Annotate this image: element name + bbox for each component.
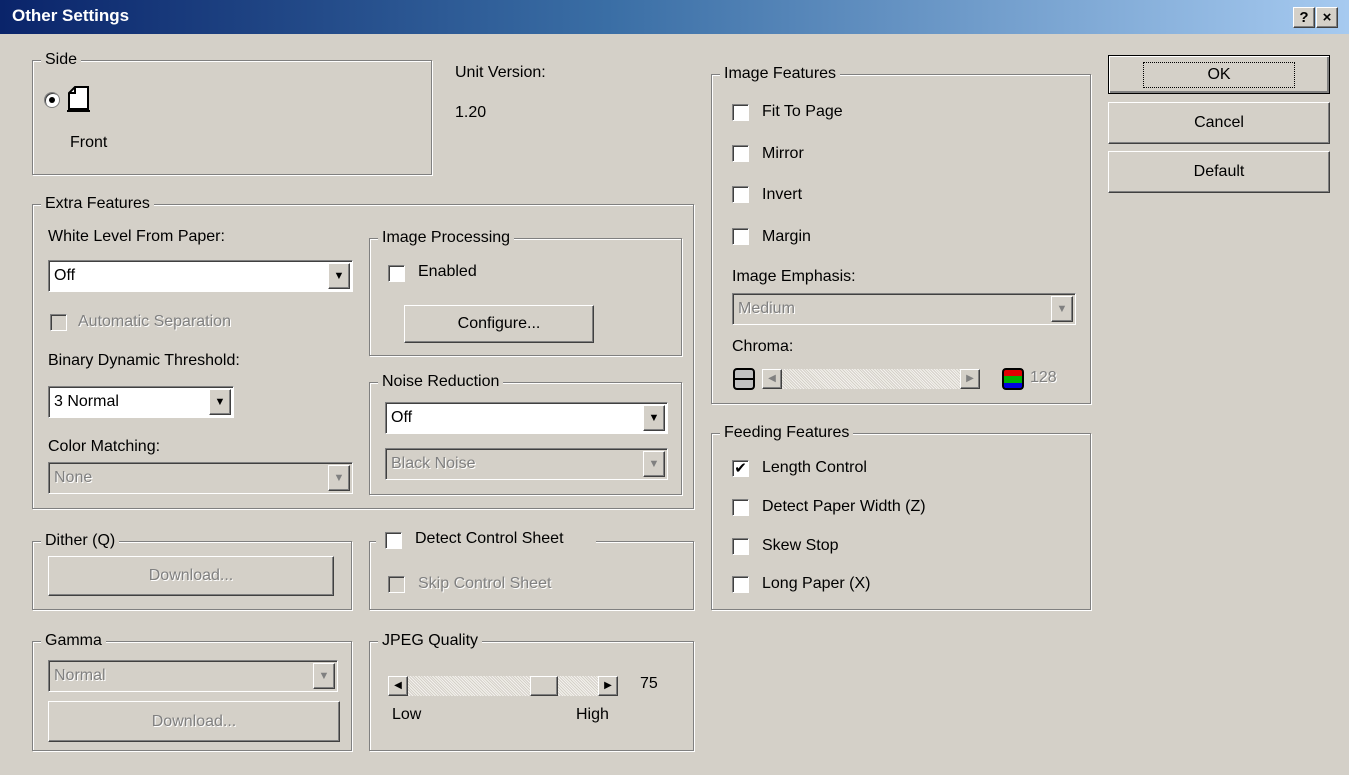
long-paper-checkbox[interactable] (732, 576, 749, 593)
chroma-decrease-button[interactable]: ◀ (762, 369, 782, 389)
side-front-label: Front (70, 134, 108, 151)
skip-control-sheet-checkbox[interactable] (388, 576, 405, 593)
gamma-select[interactable]: Normal ▼ (48, 660, 338, 692)
chevron-down-icon[interactable]: ▼ (209, 389, 231, 415)
chroma-label: Chroma: (732, 338, 794, 355)
length-control-label: Length Control (762, 459, 867, 476)
image-emphasis-label: Image Emphasis: (732, 268, 856, 285)
noise-reduction-mode-select[interactable]: Off ▼ (385, 402, 668, 434)
chroma-color-icon (1002, 368, 1024, 390)
side-legend: Side (41, 50, 82, 70)
jpeg-increase-button[interactable]: ▶ (598, 676, 618, 696)
image-emphasis-value: Medium (738, 300, 795, 317)
radio-dot-icon (49, 97, 55, 103)
noise-reduction-type-value: Black Noise (391, 455, 476, 472)
chroma-gray-icon (733, 368, 755, 390)
jpeg-quality-track[interactable] (408, 676, 598, 696)
gamma-download-button[interactable]: Download... (48, 701, 340, 742)
chroma-track[interactable] (782, 369, 960, 389)
cancel-button[interactable]: Cancel (1108, 102, 1330, 144)
noise-reduction-legend: Noise Reduction (378, 372, 504, 392)
chevron-down-icon[interactable]: ▼ (328, 465, 350, 491)
automatic-separation-checkbox[interactable] (50, 314, 67, 331)
jpeg-high-label: High (576, 706, 609, 723)
chevron-down-icon[interactable]: ▼ (1051, 296, 1073, 322)
side-front-radio[interactable] (44, 92, 60, 108)
chevron-down-icon[interactable]: ▼ (643, 405, 665, 431)
image-emphasis-select[interactable]: Medium ▼ (732, 293, 1076, 325)
dither-legend: Dither (Q) (41, 531, 120, 551)
margin-label: Margin (762, 228, 811, 245)
jpeg-low-label: Low (392, 706, 422, 723)
mirror-checkbox[interactable] (732, 145, 749, 162)
skip-control-sheet-label: Skip Control Sheet (418, 575, 552, 592)
white-level-label: White Level From Paper: (48, 228, 225, 245)
invert-label: Invert (762, 186, 803, 203)
configure-button[interactable]: Configure... (404, 305, 594, 343)
noise-reduction-type-select[interactable]: Black Noise ▼ (385, 448, 668, 480)
mirror-label: Mirror (762, 145, 804, 162)
ok-button[interactable]: OK (1108, 55, 1330, 94)
jpeg-decrease-button[interactable]: ◀ (388, 676, 408, 696)
help-button[interactable]: ? (1293, 7, 1315, 28)
jpeg-quality-legend: JPEG Quality (378, 631, 483, 651)
close-button[interactable]: × (1316, 7, 1338, 28)
color-matching-label: Color Matching: (48, 438, 161, 455)
extra-features-legend: Extra Features (41, 194, 154, 214)
side-group: Side (32, 50, 432, 175)
color-matching-select[interactable]: None ▼ (48, 462, 353, 494)
image-processing-legend: Image Processing (378, 228, 515, 248)
margin-checkbox[interactable] (732, 228, 749, 245)
chevron-down-icon[interactable]: ▼ (313, 663, 335, 689)
chevron-down-icon[interactable]: ▼ (643, 451, 665, 477)
image-processing-enabled-label: Enabled (418, 263, 477, 280)
detect-control-sheet-checkbox[interactable] (385, 532, 402, 549)
window-title: Other Settings (12, 6, 130, 25)
page-front-icon (66, 84, 92, 112)
other-settings-dialog: Other Settings ? × Side Front Unit Versi… (0, 0, 1349, 775)
white-level-value: Off (54, 267, 76, 284)
detect-paper-width-checkbox[interactable] (732, 499, 749, 516)
default-button[interactable]: Default (1108, 151, 1330, 193)
jpeg-quality-value: 75 (640, 675, 658, 692)
automatic-separation-label: Automatic Separation (78, 313, 231, 330)
unit-version-label: Unit Version: (455, 64, 546, 81)
image-processing-enabled-checkbox[interactable] (388, 265, 405, 282)
detect-paper-width-label: Detect Paper Width (Z) (762, 498, 926, 515)
binary-threshold-select[interactable]: 3 Normal ▼ (48, 386, 234, 418)
feeding-features-legend: Feeding Features (720, 423, 854, 443)
chevron-down-icon[interactable]: ▼ (328, 263, 350, 289)
chroma-value: 128 (1030, 369, 1057, 386)
binary-threshold-value: 3 Normal (54, 393, 119, 410)
detect-control-sheet-label: Detect Control Sheet (415, 530, 564, 547)
gamma-legend: Gamma (41, 631, 106, 651)
gamma-value: Normal (54, 667, 106, 684)
fit-to-page-checkbox[interactable] (732, 104, 749, 121)
chroma-increase-button[interactable]: ▶ (960, 369, 980, 389)
title-bar[interactable]: Other Settings ? × (0, 0, 1349, 34)
jpeg-quality-group: JPEG Quality (369, 631, 694, 751)
fit-to-page-label: Fit To Page (762, 103, 843, 120)
noise-reduction-mode-value: Off (391, 409, 413, 426)
invert-checkbox[interactable] (732, 186, 749, 203)
long-paper-label: Long Paper (X) (762, 575, 871, 592)
binary-threshold-label: Binary Dynamic Threshold: (48, 352, 240, 369)
image-features-legend: Image Features (720, 64, 841, 84)
jpeg-quality-thumb[interactable] (530, 676, 558, 696)
ok-button-label: OK (1143, 61, 1295, 88)
dither-download-button[interactable]: Download... (48, 556, 334, 596)
skew-stop-label: Skew Stop (762, 537, 839, 554)
skew-stop-checkbox[interactable] (732, 538, 749, 555)
unit-version-value: 1.20 (455, 104, 487, 121)
length-control-checkbox[interactable]: ✔ (732, 460, 749, 477)
white-level-select[interactable]: Off ▼ (48, 260, 353, 292)
color-matching-value: None (54, 469, 93, 486)
